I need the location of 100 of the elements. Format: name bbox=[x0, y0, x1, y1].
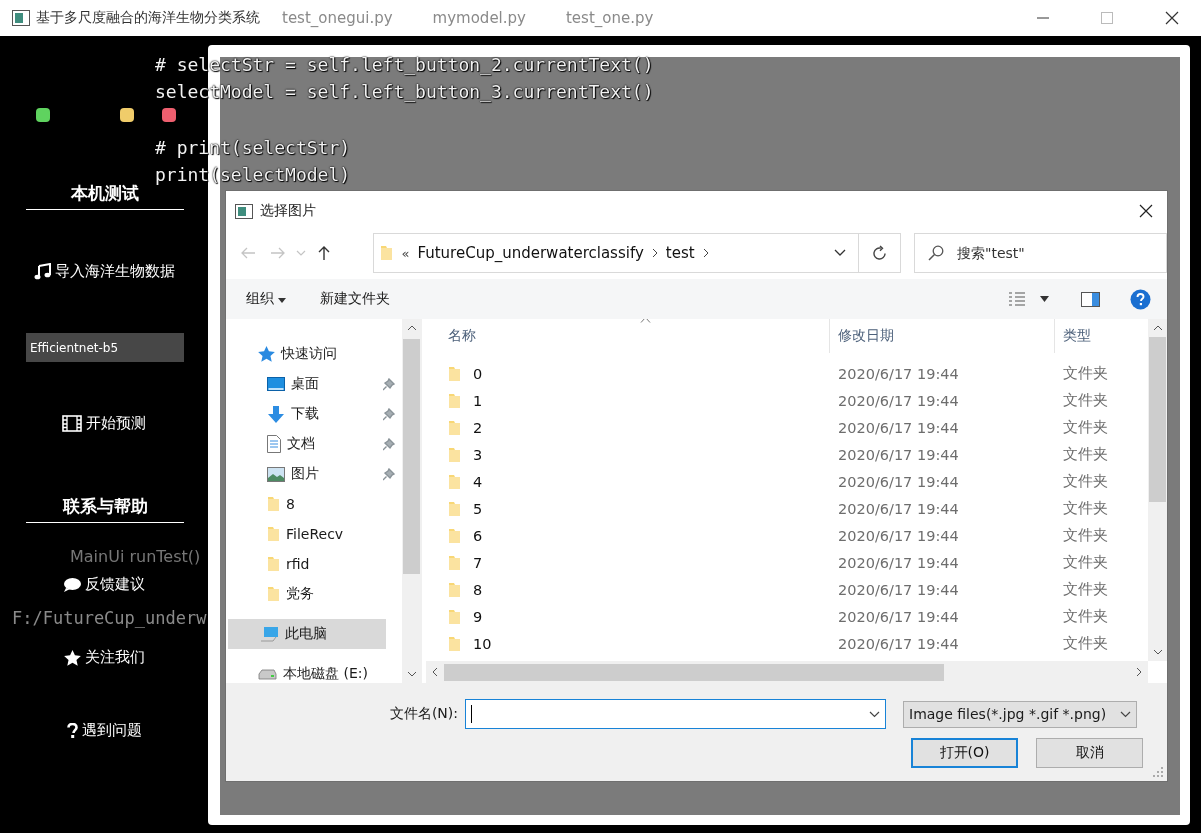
nav-item[interactable]: 本地磁盘 (E:) bbox=[226, 659, 402, 683]
file-name[interactable]: 7 bbox=[473, 554, 483, 571]
scroll-right-icon[interactable] bbox=[1136, 667, 1142, 677]
nav-item[interactable]: 下载 bbox=[226, 399, 402, 429]
modified-date: 2020/6/17 19:44 bbox=[837, 392, 960, 409]
column-header[interactable]: 类型 bbox=[1054, 319, 1146, 353]
caret-icon bbox=[278, 298, 286, 303]
folder-icon bbox=[267, 556, 280, 572]
file-type: 文件夹 bbox=[1062, 634, 1109, 653]
chevron-right-icon[interactable] bbox=[702, 248, 709, 258]
column-header[interactable]: 名称 bbox=[426, 319, 829, 353]
pin-icon[interactable] bbox=[383, 437, 395, 451]
question-mark-icon bbox=[66, 722, 78, 739]
file-name[interactable]: 4 bbox=[473, 473, 483, 490]
sidebar-button[interactable]: 导入海洋生物数据 bbox=[31, 260, 177, 283]
breadcrumb-item[interactable]: FutureCup_underwaterclassify bbox=[417, 244, 644, 262]
file-name[interactable]: 10 bbox=[473, 635, 492, 652]
pin-icon[interactable] bbox=[383, 377, 395, 391]
chevron-down-icon[interactable] bbox=[869, 710, 880, 718]
file-type-dropdown[interactable]: Image files(*.jpg *.gif *.png) bbox=[903, 700, 1137, 728]
scroll-up-icon[interactable] bbox=[1152, 325, 1163, 331]
file-name[interactable]: 6 bbox=[473, 527, 483, 544]
chevron-right-icon[interactable] bbox=[651, 248, 658, 258]
search-field[interactable]: 搜索"test" bbox=[914, 233, 1167, 273]
sidebar-button[interactable]: 关注我们 bbox=[61, 646, 147, 669]
editor-tab-label: mymodel.py bbox=[432, 9, 526, 27]
caret-icon[interactable] bbox=[1040, 296, 1049, 302]
file-type: 文件夹 bbox=[1062, 607, 1109, 626]
address-bar[interactable]: « FutureCup_underwaterclassify test bbox=[373, 233, 860, 273]
new-folder-button[interactable]: 新建文件夹 bbox=[314, 286, 396, 312]
nav-item[interactable]: 党务 bbox=[226, 579, 402, 609]
overflow-marker[interactable]: « bbox=[401, 245, 410, 261]
folder-icon bbox=[448, 608, 461, 625]
window-title: 基于多尺度融合的海洋生物分类系统 bbox=[36, 9, 260, 27]
nav-item[interactable]: 图片 bbox=[226, 459, 402, 489]
scrollbar-thumb[interactable] bbox=[403, 339, 420, 574]
close-icon[interactable] bbox=[1139, 204, 1153, 218]
file-name[interactable]: 0 bbox=[473, 365, 483, 382]
section-heading: 联系与帮助 bbox=[26, 495, 184, 523]
modified-date: 2020/6/17 19:44 bbox=[837, 554, 960, 571]
file-name-label: 文件名(N): bbox=[388, 705, 459, 723]
scroll-left-icon[interactable] bbox=[432, 667, 438, 677]
folder-icon bbox=[267, 586, 280, 602]
music-note-icon bbox=[33, 263, 51, 280]
nav-item[interactable]: 快速访问 bbox=[226, 339, 402, 369]
nav-item[interactable]: 此电脑 bbox=[228, 619, 386, 649]
nav-item[interactable]: FileRecv bbox=[226, 519, 402, 549]
up-arrow-icon[interactable] bbox=[316, 245, 332, 261]
file-type: 文件夹 bbox=[1062, 418, 1109, 437]
desktop-icon bbox=[267, 377, 285, 391]
file-name[interactable]: 8 bbox=[473, 581, 483, 598]
folder-icon bbox=[448, 581, 461, 598]
file-name[interactable]: 2 bbox=[473, 419, 483, 436]
help-icon[interactable] bbox=[1130, 288, 1151, 310]
file-name[interactable]: 1 bbox=[473, 392, 483, 409]
scroll-up-icon[interactable] bbox=[406, 325, 417, 331]
sidebar-button[interactable]: 开始预测 bbox=[60, 412, 148, 435]
file-name-field[interactable] bbox=[465, 699, 886, 729]
file-name[interactable]: 3 bbox=[473, 446, 483, 463]
scroll-down-icon[interactable] bbox=[406, 671, 417, 677]
computer-icon bbox=[260, 626, 279, 642]
pin-icon[interactable] bbox=[383, 407, 395, 421]
modified-date: 2020/6/17 19:44 bbox=[837, 581, 960, 598]
file-type: 文件夹 bbox=[1062, 445, 1109, 464]
pin-icon[interactable] bbox=[383, 467, 395, 481]
chevron-down-icon[interactable] bbox=[834, 249, 847, 257]
file-name[interactable]: 9 bbox=[473, 608, 483, 625]
scrollbar-thumb[interactable] bbox=[444, 663, 944, 681]
file-type: 文件夹 bbox=[1062, 391, 1109, 410]
sidebar-button[interactable]: 反馈建议 bbox=[61, 573, 147, 596]
app-icon bbox=[235, 203, 253, 219]
drive-icon bbox=[258, 668, 277, 680]
dialog-button[interactable]: 取消 bbox=[1036, 738, 1143, 768]
scrollbar-thumb[interactable] bbox=[1149, 337, 1166, 502]
folder-icon bbox=[448, 419, 461, 436]
nav-item[interactable]: rfid bbox=[226, 549, 402, 579]
nav-item[interactable]: 桌面 bbox=[226, 369, 402, 399]
editor-tab-label: test_onegui.py bbox=[282, 9, 393, 27]
nav-item[interactable]: 8 bbox=[226, 489, 402, 519]
folder-icon bbox=[448, 635, 461, 652]
organize-menu[interactable]: 组织 bbox=[240, 286, 292, 312]
breadcrumb-item[interactable]: test bbox=[665, 244, 695, 262]
modified-date: 2020/6/17 19:44 bbox=[837, 527, 960, 544]
preview-pane-icon[interactable] bbox=[1081, 291, 1100, 307]
dialog-title: 选择图片 bbox=[260, 202, 316, 220]
film-icon bbox=[62, 415, 82, 432]
document-icon bbox=[267, 435, 281, 453]
column-header[interactable]: 修改日期 bbox=[829, 319, 1054, 353]
model-select[interactable]: Efficientnet-b5 bbox=[26, 333, 184, 362]
file-name[interactable]: 5 bbox=[473, 500, 483, 517]
nav-item[interactable]: 文档 bbox=[226, 429, 402, 459]
refresh-icon bbox=[871, 244, 889, 262]
close-icon[interactable] bbox=[1165, 11, 1179, 25]
dialog-button[interactable]: 打开(O) bbox=[911, 738, 1018, 768]
refresh-button[interactable] bbox=[859, 233, 901, 273]
file-type: 文件夹 bbox=[1062, 580, 1109, 599]
scroll-down-icon[interactable] bbox=[1152, 649, 1163, 655]
folder-icon bbox=[267, 496, 280, 512]
sidebar-button[interactable]: 遇到问题 bbox=[64, 719, 144, 742]
resize-grip-icon[interactable] bbox=[1153, 767, 1163, 777]
